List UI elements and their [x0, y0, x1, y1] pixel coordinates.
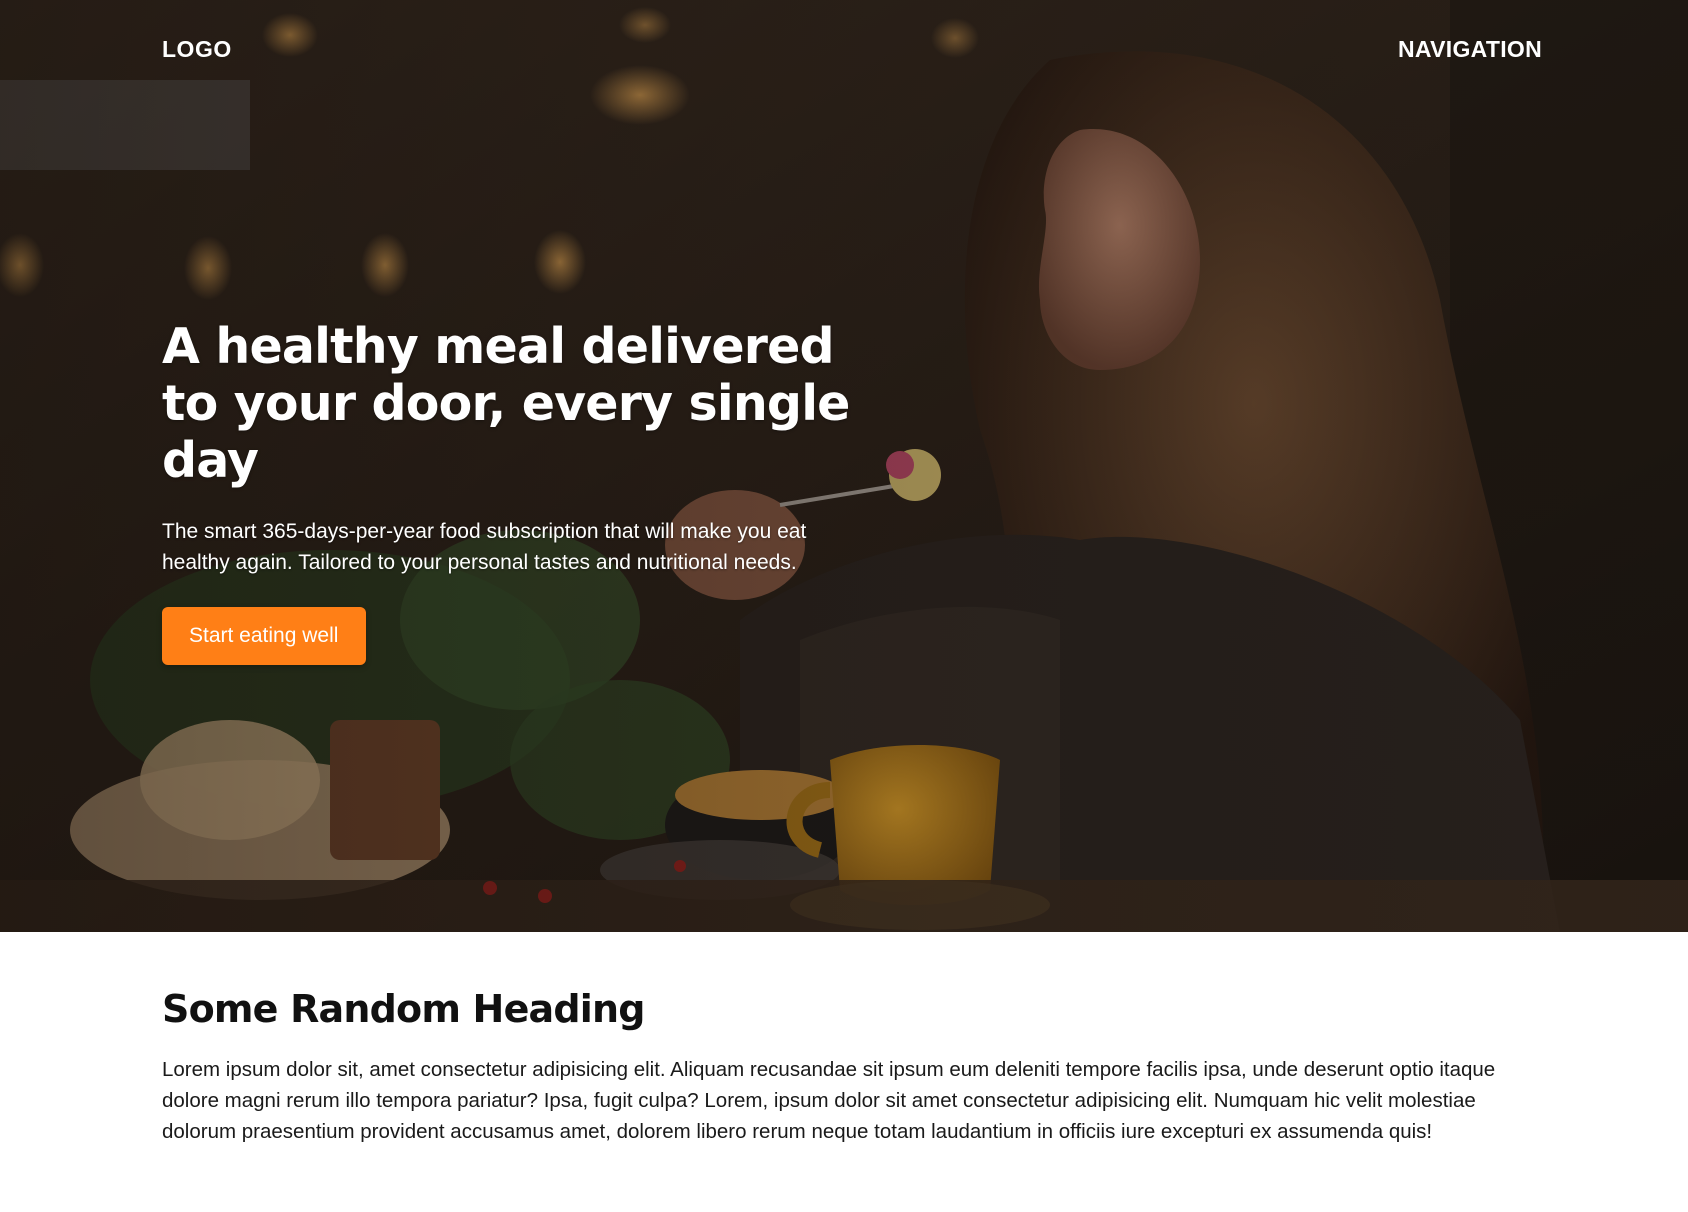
hero-title: A healthy meal delivered to your door, e… — [162, 318, 850, 489]
hero-content: A healthy meal delivered to your door, e… — [162, 318, 882, 665]
start-eating-well-button[interactable]: Start eating well — [162, 607, 367, 665]
section-heading: Some Random Heading — [162, 987, 645, 1031]
logo[interactable]: LOGO — [162, 36, 232, 63]
hero-section: LOGO NAVIGATION A healthy meal delivered… — [0, 0, 1688, 932]
content-section: Some Random Heading Lorem ipsum dolor si… — [0, 932, 1688, 1212]
hero-description: The smart 365-days-per-year food subscri… — [162, 520, 807, 574]
navigation-link[interactable]: NAVIGATION — [1398, 36, 1542, 63]
section-paragraph: Lorem ipsum dolor sit, amet consectetur … — [162, 1058, 1496, 1143]
site-header: LOGO NAVIGATION — [162, 34, 1542, 64]
